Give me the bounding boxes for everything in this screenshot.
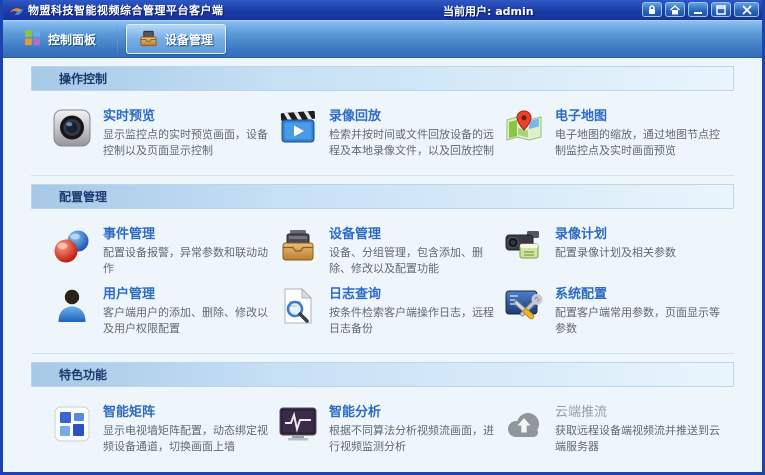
section-operation-control: 操作控制 实时预览 显示监控点的实时预览画面，设备控制以及页面显示控制 — [31, 66, 734, 176]
webcam-icon — [51, 107, 93, 149]
section-items: 事件管理 配置设备报警，异常参数和联动动作 设备管理 设备、分组管理，包含添加、… — [31, 209, 734, 351]
section-items: 智能矩阵 显示电视墙矩阵配置，动态绑定视频设备通道，切换画面上墙 智能分析 根据… — [31, 387, 734, 469]
feature-title: 设备管理 — [329, 223, 497, 242]
device-drawer-icon — [277, 225, 319, 267]
feature-title: 用户管理 — [103, 283, 271, 302]
feature-item-realtime-preview[interactable]: 实时预览 显示监控点的实时预览画面，设备控制以及页面显示控制 — [51, 105, 277, 165]
app-logo-icon — [9, 4, 24, 17]
feature-desc: 显示监控点的实时预览画面，设备控制以及页面显示控制 — [103, 127, 271, 159]
window-controls — [642, 2, 759, 17]
feature-item-record-plan[interactable]: 录像计划 配置录像计划及相关参数 — [503, 223, 729, 283]
tab-device-management[interactable]: 设备管理 — [126, 24, 226, 54]
feature-item-video-playback[interactable]: 录像回放 检索并按时间或文件回放设备的远程及本地录像文件，以及回放控制 — [277, 105, 503, 165]
tab-label: 控制面板 — [48, 31, 96, 48]
home-button[interactable] — [665, 2, 685, 17]
section-items: 实时预览 显示监控点的实时预览画面，设备控制以及页面显示控制 录像回放 检索并按… — [31, 91, 734, 173]
close-button[interactable] — [734, 2, 759, 17]
feature-item-log-query[interactable]: 日志查询 按条件检索客户端操作日志，远程日志备份 — [277, 283, 503, 343]
alarm-spheres-icon — [51, 225, 93, 267]
feature-item-cloud-streaming[interactable]: 云端推流 获取远程设备端视频流并推送到云端服务器 — [503, 401, 729, 461]
feature-title: 录像回放 — [329, 105, 497, 124]
feature-desc: 获取远程设备端视频流并推送到云端服务器 — [555, 423, 723, 455]
feature-item-electronic-map[interactable]: 电子地图 电子地图的缩放，通过地图节点控制监控点及实时画面预览 — [503, 105, 729, 165]
system-tools-icon — [503, 285, 545, 327]
feature-desc: 配置设备报警，异常参数和联动动作 — [103, 245, 271, 277]
feature-title: 智能矩阵 — [103, 401, 271, 420]
feature-desc: 配置录像计划及相关参数 — [555, 245, 723, 261]
log-search-icon — [277, 285, 319, 327]
feature-desc: 显示电视墙矩阵配置，动态绑定视频设备通道，切换画面上墙 — [103, 423, 271, 455]
section-special-features: 特色功能 智能矩阵 显示电视墙矩阵配置，动态绑定视频设备通道，切换画面上墙 — [31, 362, 734, 469]
user-icon — [51, 285, 93, 327]
main-content: 操作控制 实时预览 显示监控点的实时预览画面，设备控制以及页面显示控制 — [3, 58, 762, 472]
lock-button[interactable] — [642, 2, 662, 17]
tab-label: 设备管理 — [165, 31, 213, 48]
feature-title: 云端推流 — [555, 401, 723, 420]
map-pin-icon — [503, 107, 545, 149]
feature-desc: 客户端用户的添加、删除、修改以及用户权限配置 — [103, 305, 271, 337]
feature-title: 录像计划 — [555, 223, 723, 242]
title-bar: 物盟科技智能视频综合管理平台客户端 当前用户: admin — [3, 0, 762, 20]
tab-control-panel[interactable]: 控制面板 — [11, 24, 109, 54]
feature-title: 智能分析 — [329, 401, 497, 420]
feature-item-smart-analysis[interactable]: 智能分析 根据不同算法分析视频流画面，进行视频监测分析 — [277, 401, 503, 461]
feature-title: 系统配置 — [555, 283, 723, 302]
feature-item-user-management[interactable]: 用户管理 客户端用户的添加、删除、修改以及用户权限配置 — [51, 283, 277, 343]
app-window: 物盟科技智能视频综合管理平台客户端 当前用户: admin 控制面板 设备管理 — [0, 0, 765, 475]
feature-item-smart-matrix[interactable]: 智能矩阵 显示电视墙矩阵配置，动态绑定视频设备通道，切换画面上墙 — [51, 401, 277, 461]
feature-title: 事件管理 — [103, 223, 271, 242]
feature-desc: 检索并按时间或文件回放设备的远程及本地录像文件，以及回放控制 — [329, 127, 497, 159]
current-user-label: 当前用户: admin — [443, 3, 534, 19]
feature-title: 电子地图 — [555, 105, 723, 124]
section-header: 配置管理 — [31, 184, 734, 209]
feature-item-device-management[interactable]: 设备管理 设备、分组管理，包含添加、删除、修改以及配置功能 — [277, 223, 503, 283]
device-drawer-icon — [139, 29, 158, 50]
section-configuration-management: 配置管理 事件管理 配置设备报警，异常参数和联动动作 — [31, 184, 734, 354]
main-toolbar: 控制面板 设备管理 — [3, 20, 762, 58]
dashboard-grid-icon — [24, 29, 41, 49]
feature-title: 日志查询 — [329, 283, 497, 302]
feature-desc: 设备、分组管理，包含添加、删除、修改以及配置功能 — [329, 245, 497, 277]
minimize-button[interactable] — [688, 2, 708, 17]
feature-desc: 配置客户端常用参数，页面显示等参数 — [555, 305, 723, 337]
video-playback-icon — [277, 107, 319, 149]
cloud-upload-icon — [503, 403, 545, 445]
matrix-grid-icon — [51, 403, 93, 445]
feature-item-event-management[interactable]: 事件管理 配置设备报警，异常参数和联动动作 — [51, 223, 277, 283]
window-title: 物盟科技智能视频综合管理平台客户端 — [28, 2, 224, 18]
feature-desc: 根据不同算法分析视频流画面，进行视频监测分析 — [329, 423, 497, 455]
feature-item-system-config[interactable]: 系统配置 配置客户端常用参数，页面显示等参数 — [503, 283, 729, 343]
waveform-analysis-icon — [277, 403, 319, 445]
maximize-button[interactable] — [711, 2, 731, 17]
feature-title: 实时预览 — [103, 105, 271, 124]
record-schedule-icon — [503, 225, 545, 267]
feature-desc: 按条件检索客户端操作日志，远程日志备份 — [329, 305, 497, 337]
section-header: 操作控制 — [31, 66, 734, 91]
feature-desc: 电子地图的缩放，通过地图节点控制监控点及实时画面预览 — [555, 127, 723, 159]
tab-separator — [117, 25, 118, 53]
section-header: 特色功能 — [31, 362, 734, 387]
